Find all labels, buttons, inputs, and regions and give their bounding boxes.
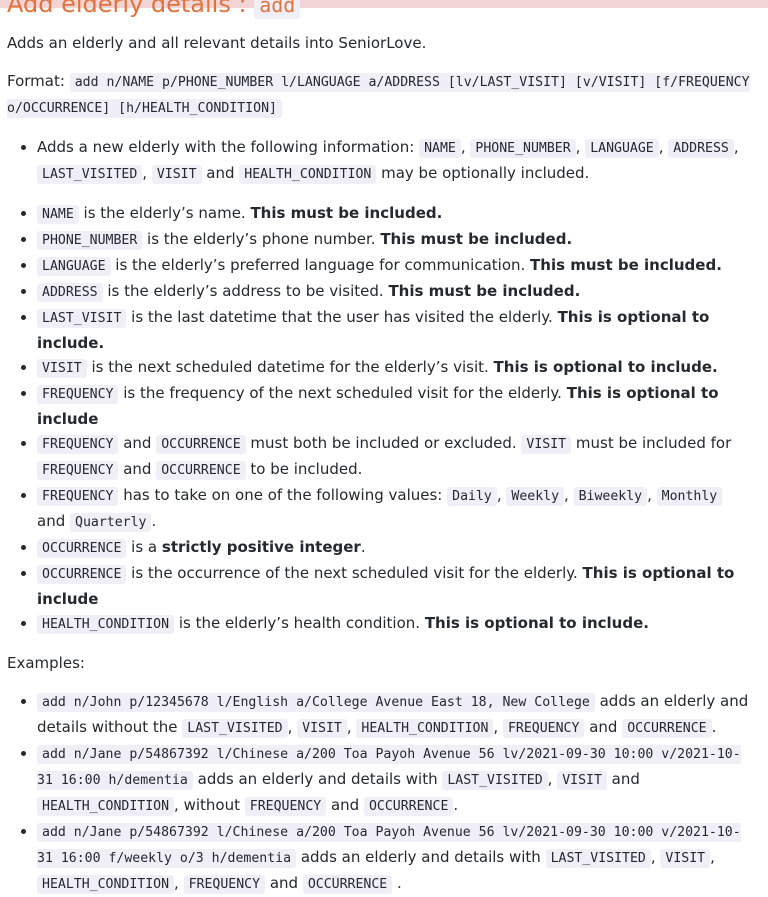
value-code: Weekly bbox=[506, 487, 565, 506]
param-code: FREQUENCY bbox=[244, 797, 327, 816]
heading-command-code: add bbox=[254, 0, 301, 19]
section-heading: Add elderly details : add bbox=[7, 0, 755, 21]
value-code: Quarterly bbox=[70, 513, 152, 532]
param-code: HEALTH_CONDITION bbox=[37, 615, 175, 634]
param-code: LAST_VISITED bbox=[37, 165, 143, 184]
intro-text: Adds an elderly and all relevant details… bbox=[7, 34, 427, 52]
param-code: VISIT bbox=[37, 359, 87, 378]
param-code: PHONE_NUMBER bbox=[37, 231, 143, 250]
param-code: VISIT bbox=[297, 719, 347, 738]
list-item: OCCURRENCE is the occurrence of the next… bbox=[37, 561, 755, 611]
param-code: NAME bbox=[37, 205, 79, 224]
param-code: OCCURRENCE bbox=[622, 719, 712, 738]
param-code: VISIT bbox=[557, 771, 607, 790]
param-code: NAME bbox=[419, 139, 461, 158]
list-item: ADDRESS is the elderly’s address to be v… bbox=[37, 279, 755, 305]
param-code: PHONE_NUMBER bbox=[470, 139, 576, 158]
param-code: LAST_VISITED bbox=[442, 771, 548, 790]
param-code: OCCURRENCE bbox=[37, 539, 127, 558]
value-code: Monthly bbox=[656, 487, 723, 506]
param-code: FREQUENCY bbox=[37, 461, 119, 480]
param-code: HEALTH_CONDITION bbox=[37, 875, 175, 894]
format-command-code: add n/NAME p/PHONE_NUMBER l/LANGUAGE a/A… bbox=[7, 73, 750, 118]
info-list: Adds a new elderly with the following in… bbox=[7, 135, 755, 187]
param-code: OCCURRENCE bbox=[302, 875, 393, 894]
format-line: Format: add n/NAME p/PHONE_NUMBER l/LANG… bbox=[7, 72, 750, 118]
example-item: add n/Jane p/54867392 l/Chinese a/200 To… bbox=[37, 819, 755, 897]
document-content: Add elderly details : add Adds an elderl… bbox=[7, 0, 755, 897]
list-item: FREQUENCY is the frequency of the next s… bbox=[37, 381, 755, 431]
parameter-list: NAME is the elderly’s name. This must be… bbox=[7, 201, 755, 637]
param-code: FREQUENCY bbox=[37, 435, 119, 454]
list-item: VISIT is the next scheduled datetime for… bbox=[37, 355, 755, 381]
param-code: VISIT bbox=[660, 849, 711, 868]
param-code: LANGUAGE bbox=[37, 257, 111, 276]
param-code: ADDRESS bbox=[37, 283, 103, 302]
list-item: HEALTH_CONDITION is the elderly’s health… bbox=[37, 611, 755, 637]
param-code: OCCURRENCE bbox=[156, 461, 246, 480]
list-item: LAST_VISIT is the last datetime that the… bbox=[37, 305, 755, 355]
param-code: LAST_VISIT bbox=[37, 309, 127, 328]
param-code: FREQUENCY bbox=[502, 719, 585, 738]
param-code: VISIT bbox=[521, 435, 572, 454]
list-item: PHONE_NUMBER is the elderly’s phone numb… bbox=[37, 227, 755, 253]
param-code: HEALTH_CONDITION bbox=[239, 165, 377, 184]
param-code: LAST_VISITED bbox=[545, 849, 651, 868]
param-code: VISIT bbox=[151, 165, 202, 184]
example-command-code: add n/John p/12345678 l/English a/Colleg… bbox=[37, 693, 595, 712]
param-code: FREQUENCY bbox=[183, 875, 266, 894]
param-code: LANGUAGE bbox=[585, 139, 659, 158]
example-item: add n/Jane p/54867392 l/Chinese a/200 To… bbox=[37, 741, 755, 819]
list-item: Adds a new elderly with the following in… bbox=[37, 135, 755, 187]
list-item: FREQUENCY has to take on one of the foll… bbox=[37, 483, 755, 535]
list-item: NAME is the elderly’s name. This must be… bbox=[37, 201, 755, 227]
list-item: FREQUENCY and OCCURRENCE must both be in… bbox=[37, 431, 755, 483]
list-item: LANGUAGE is the elderly’s preferred lang… bbox=[37, 253, 755, 279]
examples-label: Examples: bbox=[7, 654, 85, 672]
param-code: LAST_VISITED bbox=[182, 719, 288, 738]
examples-list: add n/John p/12345678 l/English a/Colleg… bbox=[7, 689, 755, 897]
param-code: HEALTH_CONDITION bbox=[356, 719, 494, 738]
value-code: Biweekly bbox=[573, 487, 648, 506]
param-code: FREQUENCY bbox=[37, 487, 119, 506]
param-code: ADDRESS bbox=[668, 139, 734, 158]
param-code: OCCURRENCE bbox=[156, 435, 246, 454]
param-code: FREQUENCY bbox=[37, 385, 119, 404]
value-code: Daily bbox=[447, 487, 497, 506]
param-code: HEALTH_CONDITION bbox=[37, 797, 175, 816]
example-item: add n/John p/12345678 l/English a/Colleg… bbox=[37, 689, 755, 741]
param-code: OCCURRENCE bbox=[363, 797, 454, 816]
param-code: OCCURRENCE bbox=[37, 565, 127, 584]
list-item: OCCURRENCE is a strictly positive intege… bbox=[37, 535, 755, 561]
